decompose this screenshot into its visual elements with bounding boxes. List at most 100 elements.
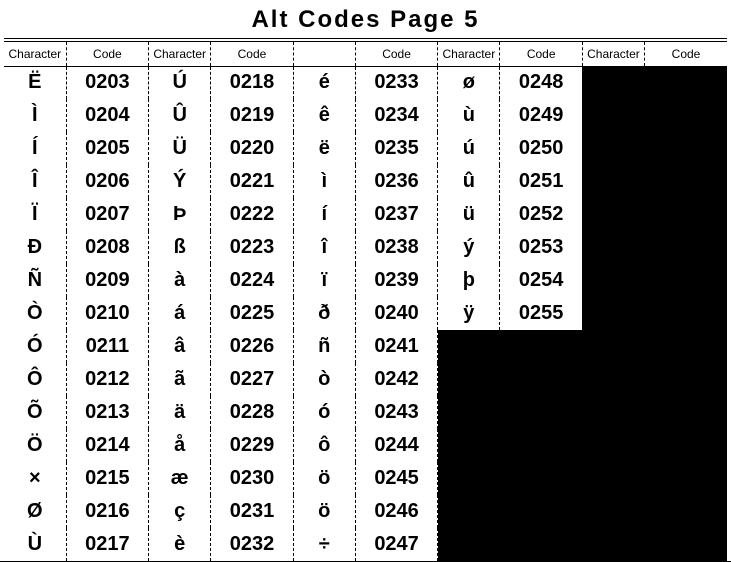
cell-character: Ú (149, 66, 211, 99)
empty-cell (500, 462, 582, 495)
empty-cell (645, 462, 727, 495)
empty-cell (438, 528, 500, 561)
cell-character: í (293, 198, 355, 231)
empty-cell (582, 462, 644, 495)
col-header-character: Character (4, 42, 66, 66)
empty-cell (582, 528, 644, 561)
cell-code: 0247 (355, 528, 437, 561)
empty-cell (582, 363, 644, 396)
col-header-character: Character (582, 42, 644, 66)
cell-character: Í (4, 132, 66, 165)
cell-character: ò (293, 363, 355, 396)
empty-cell (645, 495, 727, 528)
cell-code: 0246 (355, 495, 437, 528)
empty-cell (438, 495, 500, 528)
cell-character: á (149, 297, 211, 330)
cell-code: 0221 (211, 165, 293, 198)
cell-character: Ë (4, 66, 66, 99)
table-body: Ë0203Ú0218é0233ø0248Ì0204Û0219ê0234ù0249… (4, 66, 727, 561)
empty-cell (582, 132, 644, 165)
cell-code: 0216 (66, 495, 148, 528)
cell-character: Ô (4, 363, 66, 396)
cell-character: ø (438, 66, 500, 99)
cell-character: ý (438, 231, 500, 264)
cell-character: Ù (4, 528, 66, 561)
cell-code: 0207 (66, 198, 148, 231)
empty-cell (500, 495, 582, 528)
cell-character: ê (293, 99, 355, 132)
cell-code: 0203 (66, 66, 148, 99)
cell-code: 0250 (500, 132, 582, 165)
cell-character: â (149, 330, 211, 363)
empty-cell (582, 231, 644, 264)
page-container: Alt Codes Page 5 Character Code Character C… (0, 0, 731, 561)
empty-cell (438, 429, 500, 462)
empty-cell (438, 462, 500, 495)
page-title: Alt Codes Page 5 (4, 6, 727, 34)
empty-cell (582, 495, 644, 528)
cell-character: Ñ (4, 264, 66, 297)
cell-code: 0243 (355, 396, 437, 429)
empty-cell (582, 264, 644, 297)
table-row: Ö0214å0229ô0244 (4, 429, 727, 462)
empty-cell (582, 429, 644, 462)
empty-cell (500, 528, 582, 561)
cell-character: ì (293, 165, 355, 198)
cell-character: Þ (149, 198, 211, 231)
cell-character: ö (293, 462, 355, 495)
empty-cell (500, 429, 582, 462)
cell-character: ú (438, 132, 500, 165)
cell-character: ó (293, 396, 355, 429)
cell-code: 0235 (355, 132, 437, 165)
cell-code: 0212 (66, 363, 148, 396)
cell-code: 0231 (211, 495, 293, 528)
empty-cell (582, 198, 644, 231)
cell-code: 0241 (355, 330, 437, 363)
table-row: Ù0217è0232÷0247 (4, 528, 727, 561)
cell-code: 0205 (66, 132, 148, 165)
cell-code: 0253 (500, 231, 582, 264)
cell-code: 0238 (355, 231, 437, 264)
cell-character: Ü (149, 132, 211, 165)
table-row: Ð0208ß0223î0238ý0253 (4, 231, 727, 264)
cell-code: 0249 (500, 99, 582, 132)
cell-code: 0211 (66, 330, 148, 363)
table-row: Ó0211â0226ñ0241 (4, 330, 727, 363)
cell-code: 0227 (211, 363, 293, 396)
empty-cell (645, 165, 727, 198)
cell-code: 0242 (355, 363, 437, 396)
col-header-code: Code (211, 42, 293, 66)
cell-character: û (438, 165, 500, 198)
cell-code: 0230 (211, 462, 293, 495)
empty-cell (645, 198, 727, 231)
cell-character: Î (4, 165, 66, 198)
table-row: Õ0213ä0228ó0243 (4, 396, 727, 429)
cell-character: þ (438, 264, 500, 297)
cell-code: 0225 (211, 297, 293, 330)
empty-cell (582, 99, 644, 132)
cell-code: 0240 (355, 297, 437, 330)
empty-cell (438, 396, 500, 429)
table-row: Ñ0209à0224ï0239þ0254 (4, 264, 727, 297)
table-row: Î0206Ý0221ì0236û0251 (4, 165, 727, 198)
cell-code: 0254 (500, 264, 582, 297)
cell-character: ã (149, 363, 211, 396)
cell-character: ñ (293, 330, 355, 363)
cell-character: à (149, 264, 211, 297)
col-header-character: Character (438, 42, 500, 66)
cell-character: Ì (4, 99, 66, 132)
cell-code: 0226 (211, 330, 293, 363)
empty-cell (645, 264, 727, 297)
table-row: Ë0203Ú0218é0233ø0248 (4, 66, 727, 99)
cell-character: Ð (4, 231, 66, 264)
alt-codes-table: CharacterCodeCharacterCodeCodeCharacterC… (4, 42, 727, 561)
empty-cell (645, 396, 727, 429)
empty-cell (645, 297, 727, 330)
cell-character: ï (293, 264, 355, 297)
cell-character: ÷ (293, 528, 355, 561)
cell-character: Ø (4, 495, 66, 528)
cell-code: 0245 (355, 462, 437, 495)
cell-character: Ï (4, 198, 66, 231)
cell-code: 0237 (355, 198, 437, 231)
empty-cell (500, 330, 582, 363)
